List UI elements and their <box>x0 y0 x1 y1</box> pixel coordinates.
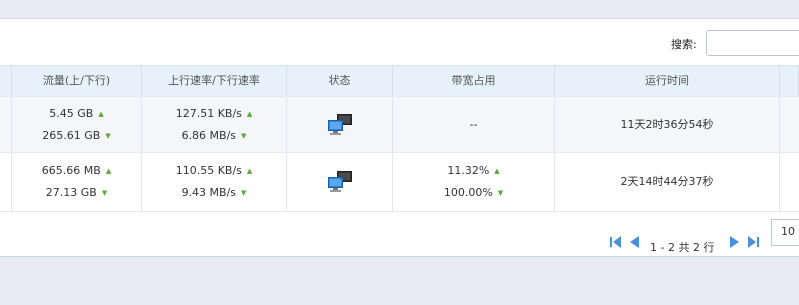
down-arrow-icon: ▼ <box>241 189 247 197</box>
uptime-cell: 11天2时36分54秒 <box>555 97 780 152</box>
bandwidth-cell: 11.32% ▲ 100.00% ▼ <box>393 153 555 211</box>
last-page-icon[interactable] <box>745 234 761 250</box>
network-computers-icon <box>327 113 352 135</box>
traffic-up-value: 5.45 GB <box>49 106 94 120</box>
status-cell <box>287 153 393 211</box>
status-cell <box>287 97 393 152</box>
up-arrow-icon: ▲ <box>494 167 500 175</box>
next-page-icon[interactable] <box>726 234 742 250</box>
network-computers-icon <box>327 171 352 192</box>
table-panel: 搜索: 流量(上/下行) 上行速率/下行速率 状态 带宽占用 运行时间 5.45… <box>0 18 799 257</box>
down-arrow-icon: ▼ <box>105 131 111 140</box>
header-bandwidth[interactable]: 带宽占用 <box>393 66 555 96</box>
table-header-row: 流量(上/下行) 上行速率/下行速率 状态 带宽占用 运行时间 <box>0 65 799 97</box>
prev-page-icon[interactable] <box>627 234 643 250</box>
traffic-cell: 5.45 GB ▲ 265.61 GB ▼ <box>12 97 142 152</box>
rate-cell: 110.55 KB/s ▲ 9.43 MB/s ▼ <box>142 153 287 211</box>
rate-down-value: 6.86 MB/s <box>181 128 237 142</box>
uptime-cell: 2天14时44分37秒 <box>555 153 780 211</box>
up-arrow-icon: ▲ <box>98 109 104 118</box>
down-arrow-icon: ▼ <box>497 189 504 197</box>
header-uptime[interactable]: 运行时间 <box>555 66 780 96</box>
down-arrow-icon: ▼ <box>241 131 247 140</box>
rate-cell: 127.51 KB/s ▲ 6.86 MB/s ▼ <box>142 97 287 152</box>
table-row[interactable]: 5.45 GB ▲ 265.61 GB ▼ 127.51 KB/s ▲ 6.86 MB… <box>0 97 799 153</box>
bandwidth-down-value: 100.00% <box>443 186 493 199</box>
search-input[interactable] <box>706 30 799 56</box>
first-page-icon[interactable] <box>608 234 624 250</box>
up-arrow-icon: ▲ <box>246 109 253 118</box>
header-rate[interactable]: 上行速率/下行速率 <box>142 66 287 96</box>
pagination-bar: 1 - 2 共 2 行 <box>0 230 799 260</box>
data-table: 流量(上/下行) 上行速率/下行速率 状态 带宽占用 运行时间 5.45 GB ▲… <box>0 65 799 212</box>
traffic-up-value: 665.66 MB <box>41 164 101 177</box>
header-cell-prev <box>0 66 12 96</box>
uptime-value: 11天2时36分54秒 <box>620 117 714 131</box>
traffic-down-value: 27.13 GB <box>45 186 97 199</box>
header-status[interactable]: 状态 <box>287 66 393 96</box>
page-size-select[interactable]: 10 <box>771 219 799 246</box>
bandwidth-value: -- <box>469 117 478 131</box>
rate-up-value: 110.55 KB/s <box>175 164 242 177</box>
table-row[interactable]: 665.66 MB ▲ 27.13 GB ▼ 110.55 KB/s ▲ 9.43 M… <box>0 153 799 212</box>
bandwidth-up-value: 11.32% <box>447 164 490 177</box>
down-arrow-icon: ▼ <box>101 189 108 197</box>
up-arrow-icon: ▲ <box>105 167 112 175</box>
page-info: 1 - 2 共 2 行 <box>650 241 715 254</box>
uptime-value: 2天14时44分37秒 <box>620 175 714 188</box>
up-arrow-icon: ▲ <box>246 167 253 175</box>
rate-up-value: 127.51 KB/s <box>175 106 242 120</box>
header-traffic[interactable]: 流量(上/下行) <box>12 66 142 96</box>
bandwidth-cell: -- <box>393 97 555 152</box>
search-label: 搜索: <box>671 38 697 51</box>
rate-down-value: 9.43 MB/s <box>181 186 237 199</box>
header-cell-next <box>780 66 799 96</box>
traffic-down-value: 265.61 GB <box>42 128 101 142</box>
traffic-cell: 665.66 MB ▲ 27.13 GB ▼ <box>12 153 142 211</box>
